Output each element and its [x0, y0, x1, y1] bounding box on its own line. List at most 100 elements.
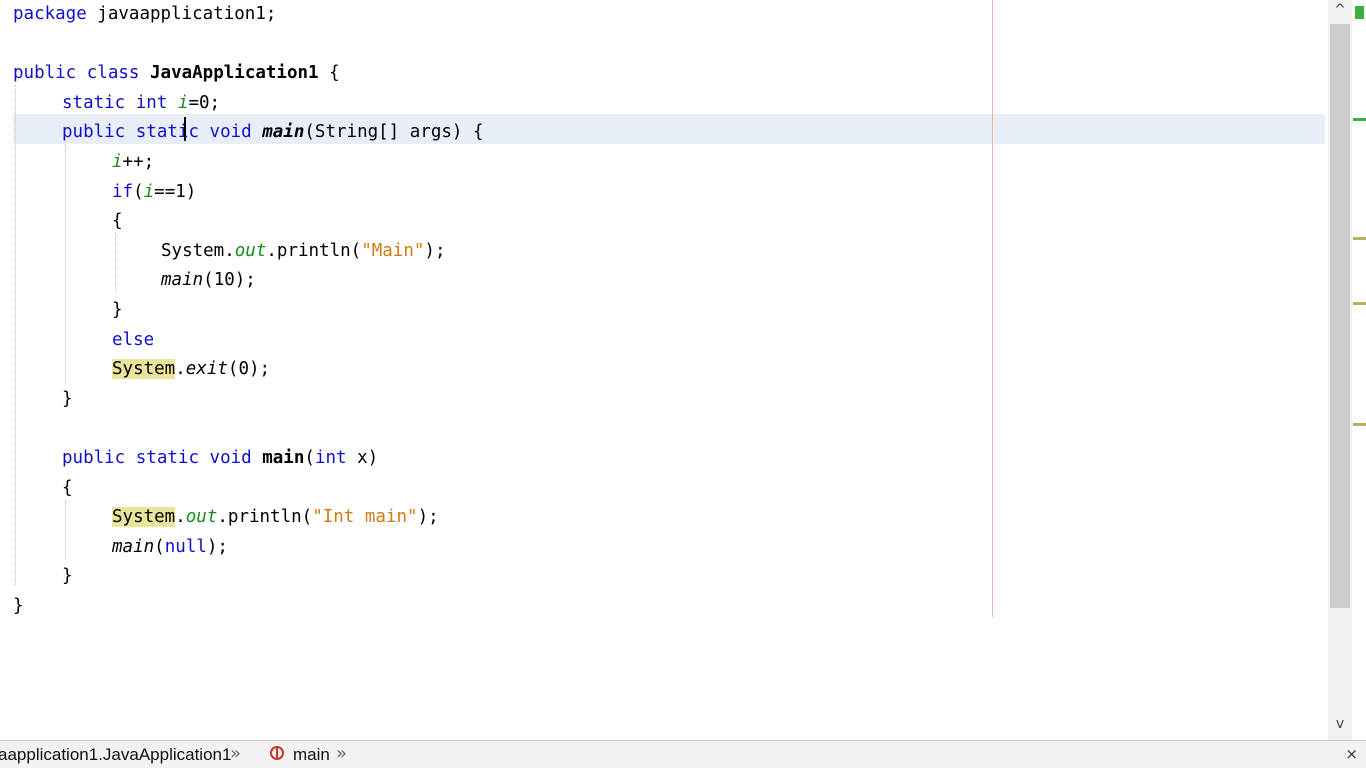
keyword-token: package	[13, 4, 87, 24]
code-line[interactable]: }	[13, 592, 24, 621]
close-icon[interactable]: ×	[1345, 742, 1358, 766]
vertical-scrollbar[interactable]: ^ v	[1328, 0, 1352, 740]
keyword-token: public	[62, 448, 126, 468]
code-token: main	[161, 270, 204, 291]
code-token: }	[62, 566, 73, 587]
stripe-mark[interactable]	[1353, 118, 1366, 121]
code-token: i	[177, 92, 189, 113]
chevron-right-icon: »	[336, 743, 348, 764]
chevron-right-icon: »	[230, 743, 242, 764]
code-line[interactable]: {	[112, 207, 123, 236]
stripe-mark[interactable]	[1353, 423, 1366, 426]
chevron-down-icon[interactable]: v	[1328, 714, 1352, 734]
code-token: i	[143, 181, 155, 202]
code-token: }	[112, 300, 123, 320]
code-token: {	[318, 63, 340, 84]
keyword-token: else	[112, 329, 155, 350]
code-line[interactable]: package javaapplication1;	[13, 0, 276, 29]
code-line[interactable]: }	[62, 562, 73, 591]
code-line[interactable]: i++;	[112, 148, 154, 177]
indent-guide	[65, 144, 66, 384]
code-token: System	[112, 359, 176, 380]
code-token: x)	[346, 448, 379, 468]
code-line[interactable]: System.out.println("Int main");	[112, 503, 439, 532]
indent-guide	[65, 500, 66, 560]
code-token: {	[62, 477, 73, 498]
code-token: out	[234, 240, 267, 261]
code-line[interactable]: }	[62, 385, 73, 414]
string-token: "Int main"	[312, 507, 418, 528]
code-token: main	[262, 122, 305, 143]
code-token: main	[112, 536, 155, 557]
text-caret	[184, 117, 186, 141]
keyword-token: null	[164, 536, 207, 557]
code-line[interactable]: public class JavaApplication1 {	[13, 59, 340, 88]
code-token: (	[154, 536, 165, 557]
code-token: {	[112, 211, 123, 232]
code-line[interactable]: {	[62, 474, 73, 503]
code-line[interactable]: public static void main(String[] args) {	[62, 118, 484, 147]
code-line[interactable]: main(10);	[161, 266, 256, 295]
error-stripe[interactable]	[1352, 0, 1366, 740]
keyword-token: static	[135, 448, 199, 468]
string-token: "Main"	[361, 240, 425, 261]
code-token: System	[112, 507, 176, 528]
code-line[interactable]: System.exit(0);	[112, 355, 270, 384]
status-ok-icon	[1355, 6, 1364, 19]
keyword-token: if	[112, 181, 134, 202]
keyword-token: public	[62, 122, 126, 143]
keyword-token: int	[314, 448, 347, 468]
keyword-token: void	[209, 122, 252, 143]
code-token: .println(	[217, 507, 313, 528]
keyword-token: static	[62, 92, 126, 113]
keyword-token: void	[209, 448, 252, 468]
code-line[interactable]: main(null);	[112, 533, 228, 562]
code-token: .	[175, 359, 186, 380]
code-line[interactable]: System.out.println("Main");	[161, 237, 446, 266]
keyword-token: class	[86, 63, 140, 84]
code-token: (String[] args) {	[304, 122, 484, 143]
indent-guide	[115, 232, 116, 292]
stripe-mark[interactable]	[1353, 302, 1366, 305]
code-token: (	[304, 448, 315, 468]
code-line[interactable]: if(i==1)	[112, 178, 196, 207]
code-line[interactable]: static int i=0;	[62, 89, 220, 118]
code-token: exit	[185, 359, 228, 380]
code-editor[interactable]: package javaapplication1; public class Ja…	[0, 0, 1328, 740]
code-line[interactable]: public static void main(int x)	[62, 444, 378, 473]
code-token: ==1)	[154, 181, 197, 202]
keyword-token: static	[135, 122, 199, 143]
code-line[interactable]: }	[112, 296, 123, 325]
code-token: );	[424, 240, 446, 261]
code-token: (10);	[203, 270, 256, 291]
code-token: i	[112, 152, 123, 172]
code-token: JavaApplication1	[150, 63, 319, 84]
code-token: );	[417, 507, 439, 528]
code-token: System.	[161, 240, 235, 261]
breadcrumb-method[interactable]: main	[293, 743, 330, 767]
chevron-up-icon[interactable]: ^	[1328, 0, 1352, 20]
code-token: (0);	[227, 359, 271, 380]
stripe-mark[interactable]	[1353, 237, 1366, 240]
breadcrumb-class[interactable]: aapplication1.JavaApplication1	[0, 743, 231, 767]
method-icon	[270, 746, 284, 760]
code-token: }	[62, 388, 73, 409]
code-line[interactable]: else	[112, 326, 154, 355]
keyword-token: int	[135, 92, 168, 113]
navigation-bar: aapplication1.JavaApplication1 » main » …	[0, 740, 1366, 768]
code-token: main	[262, 448, 305, 468]
code-token: .println(	[266, 240, 362, 261]
indent-guide	[15, 85, 16, 585]
scrollbar-thumb[interactable]	[1330, 24, 1350, 608]
code-token: out	[185, 507, 218, 528]
code-token: javaapplication1;	[86, 4, 277, 24]
